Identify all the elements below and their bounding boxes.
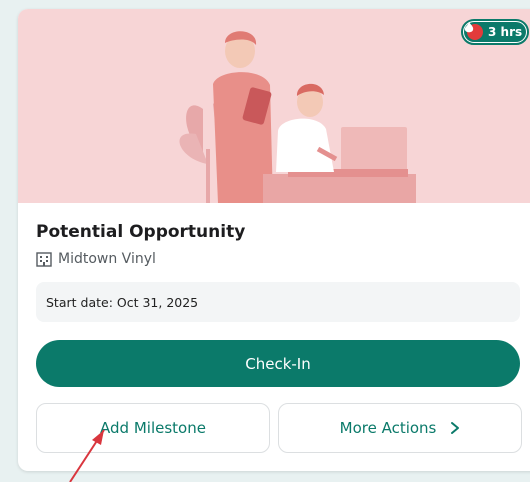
start-date-box: Start date: Oct 31, 2025: [36, 282, 520, 322]
company-name: Midtown Vinyl: [58, 251, 156, 267]
chevron-right-icon: [451, 422, 460, 434]
more-actions-button[interactable]: More Actions: [278, 403, 522, 453]
start-date-text: Start date: Oct 31, 2025: [46, 294, 199, 310]
flame-icon: [464, 22, 483, 40]
company-line: Midtown Vinyl: [36, 251, 156, 267]
opportunity-card[interactable]: 3 hrs Potential Opportunity Midtown Viny…: [18, 9, 530, 471]
duration-badge: 3 hrs: [461, 19, 529, 45]
check-in-button[interactable]: Check-In: [36, 340, 520, 387]
opportunity-title: Potential Opportunity: [36, 222, 246, 242]
building-icon: [36, 252, 52, 267]
hero-illustration: 3 hrs: [18, 9, 530, 203]
more-actions-label: More Actions: [339, 419, 437, 437]
add-milestone-button[interactable]: Add Milestone: [36, 403, 270, 453]
badge-text: 3 hrs: [488, 25, 523, 39]
